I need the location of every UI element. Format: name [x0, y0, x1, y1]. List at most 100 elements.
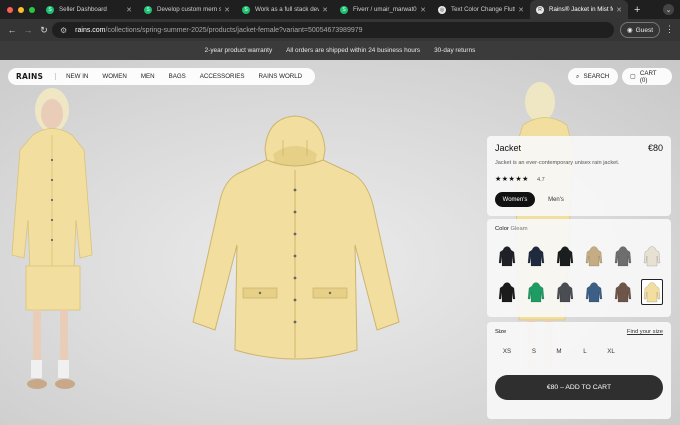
rating-stars-icon[interactable]: ★★★★★	[495, 175, 529, 183]
tab-close-icon[interactable]: ✕	[224, 6, 230, 14]
product-price: €80	[647, 143, 663, 153]
tab-favicon-icon: S	[144, 5, 152, 14]
reload-icon[interactable]: ↻	[36, 25, 52, 36]
search-label: SEARCH	[583, 73, 610, 80]
profile-button[interactable]: ◉ Guest	[620, 22, 660, 38]
size-option-xs[interactable]: XS	[497, 348, 517, 355]
announcement-bar: 2-year product warranty All orders are s…	[0, 41, 680, 60]
color-swatch[interactable]	[496, 279, 518, 305]
close-window-button[interactable]	[7, 6, 13, 13]
tab-close-icon[interactable]: ✕	[616, 6, 622, 14]
cart-button[interactable]: ▢ CART (0)	[622, 68, 672, 85]
rains-logo[interactable]: RAINS	[14, 72, 55, 81]
jacket-product-image	[192, 115, 400, 360]
size-option-xl[interactable]: XL	[601, 348, 621, 355]
window-controls	[0, 6, 40, 13]
nav-accessories[interactable]: ACCESSORIES	[193, 73, 252, 80]
new-tab-button[interactable]: +	[634, 4, 640, 16]
color-swatch[interactable]	[583, 243, 605, 269]
product-page: RAINS NEW IN WOMEN MEN BAGS ACCESSORIES …	[0, 60, 680, 425]
browser-tab-bar: S Seller Dashboard ✕ S Develop custom mern s…	[0, 0, 680, 19]
color-swatch[interactable]	[496, 243, 518, 269]
tab-title: Fiverr / umair_marwat0	[353, 6, 417, 13]
jacket-swatch-icon	[585, 246, 603, 267]
address-bar[interactable]: ⚙ rains.com/collections/spring-summer-20…	[52, 22, 614, 38]
size-guide-link[interactable]: Find your size	[627, 329, 663, 335]
color-selector-card: Color Gleam	[487, 219, 671, 317]
size-label: Size	[495, 329, 507, 335]
back-arrow-icon[interactable]: ←	[4, 25, 20, 35]
browser-toolbar: ← → ↻ ⚙ rains.com/collections/spring-sum…	[0, 19, 680, 41]
tab-title: Work as a full stack developer	[255, 6, 320, 13]
tab-title: Text Color Change Flutter	[451, 6, 516, 13]
jacket-swatch-icon	[556, 246, 574, 267]
jacket-swatch-icon	[527, 246, 545, 267]
browser-tab[interactable]: S Seller Dashboard ✕	[40, 0, 138, 19]
profile-icon: ◉	[626, 27, 633, 34]
nav-new-in[interactable]: NEW IN	[55, 73, 95, 80]
jacket-swatch-icon	[614, 246, 632, 267]
jacket-swatch-icon	[614, 282, 632, 303]
tab-title: Rains® Jacket in Mist for Women	[549, 6, 613, 13]
nav-rains-world[interactable]: RAINS WORLD	[251, 73, 309, 80]
jacket-swatch-icon	[585, 282, 603, 303]
maximize-window-button[interactable]	[29, 6, 35, 13]
size-option-l[interactable]: L	[575, 348, 595, 355]
color-swatch[interactable]	[612, 279, 634, 305]
color-swatch[interactable]	[554, 279, 576, 305]
size-option-s[interactable]: S	[524, 348, 544, 355]
url-path: /collections/spring-summer-2025/products…	[105, 26, 363, 34]
product-title: Jacket	[495, 143, 522, 153]
jacket-swatch-icon	[527, 282, 545, 303]
nav-bags[interactable]: BAGS	[162, 73, 193, 80]
profile-label: Guest	[635, 26, 653, 34]
tab-womens[interactable]: Women's	[495, 192, 535, 207]
browser-tab[interactable]: ◎ Text Color Change Flutter ✕	[432, 0, 530, 19]
color-swatch[interactable]	[641, 243, 663, 269]
color-swatch[interactable]	[612, 243, 634, 269]
jacket-swatch-icon	[556, 282, 574, 303]
tab-close-icon[interactable]: ✕	[420, 6, 426, 14]
color-value: Gleam	[510, 226, 528, 232]
size-option-m[interactable]: M	[549, 348, 569, 355]
size-selector-card: Size Find your size XS S M L XL €80 – AD…	[487, 322, 671, 419]
tab-title: Seller Dashboard	[59, 6, 107, 13]
tab-favicon-icon: S	[340, 5, 348, 14]
site-info-icon[interactable]: ⚙	[60, 26, 67, 35]
color-swatch[interactable]	[583, 279, 605, 305]
rating-value: 4.7	[537, 177, 545, 183]
color-swatch[interactable]	[641, 279, 663, 305]
tab-title: Develop custom mern stack	[157, 6, 222, 13]
url-host: rains.com	[75, 26, 106, 34]
tab-close-icon[interactable]: ✕	[126, 6, 132, 14]
cart-label: CART (0)	[639, 69, 657, 84]
search-button[interactable]: ⌕ SEARCH	[568, 68, 618, 85]
jacket-swatch-icon	[643, 246, 661, 267]
browser-tab[interactable]: S Work as a full stack developer✕	[236, 0, 334, 19]
add-to-cart-button[interactable]: €80 – ADD TO CART	[495, 375, 663, 400]
product-description: Jacket is an ever-contemporary unisex ra…	[495, 160, 620, 166]
forward-arrow-icon[interactable]: →	[20, 25, 36, 35]
tab-mens[interactable]: Men's	[541, 192, 571, 207]
announcement-returns: 30-day returns	[434, 47, 476, 54]
tab-favicon-icon: S	[242, 5, 250, 14]
color-label-text: Color	[495, 226, 509, 232]
minimize-window-button[interactable]	[18, 6, 24, 13]
nav-men[interactable]: MEN	[134, 73, 162, 80]
color-label: Color Gleam	[495, 226, 528, 232]
tab-close-icon[interactable]: ✕	[518, 6, 524, 14]
color-swatch[interactable]	[554, 243, 576, 269]
browser-tab[interactable]: S Develop custom mern stack✕	[138, 0, 236, 19]
jacket-swatch-icon	[498, 282, 516, 303]
color-swatch[interactable]	[525, 279, 547, 305]
tab-strip: S Seller Dashboard ✕ S Develop custom mern s…	[40, 0, 628, 19]
more-menu-icon[interactable]: ⋮	[665, 24, 674, 35]
tab-favicon-icon: S	[46, 5, 54, 14]
browser-tab[interactable]: S Fiverr / umair_marwat0 ✕	[334, 0, 432, 19]
jacket-swatch-icon	[643, 282, 661, 303]
tab-search-icon[interactable]: ⌄	[663, 4, 674, 15]
tab-close-icon[interactable]: ✕	[322, 6, 328, 14]
browser-tab[interactable]: R Rains® Jacket in Mist for Women✕	[530, 0, 628, 19]
nav-women[interactable]: WOMEN	[95, 73, 133, 80]
color-swatch[interactable]	[525, 243, 547, 269]
